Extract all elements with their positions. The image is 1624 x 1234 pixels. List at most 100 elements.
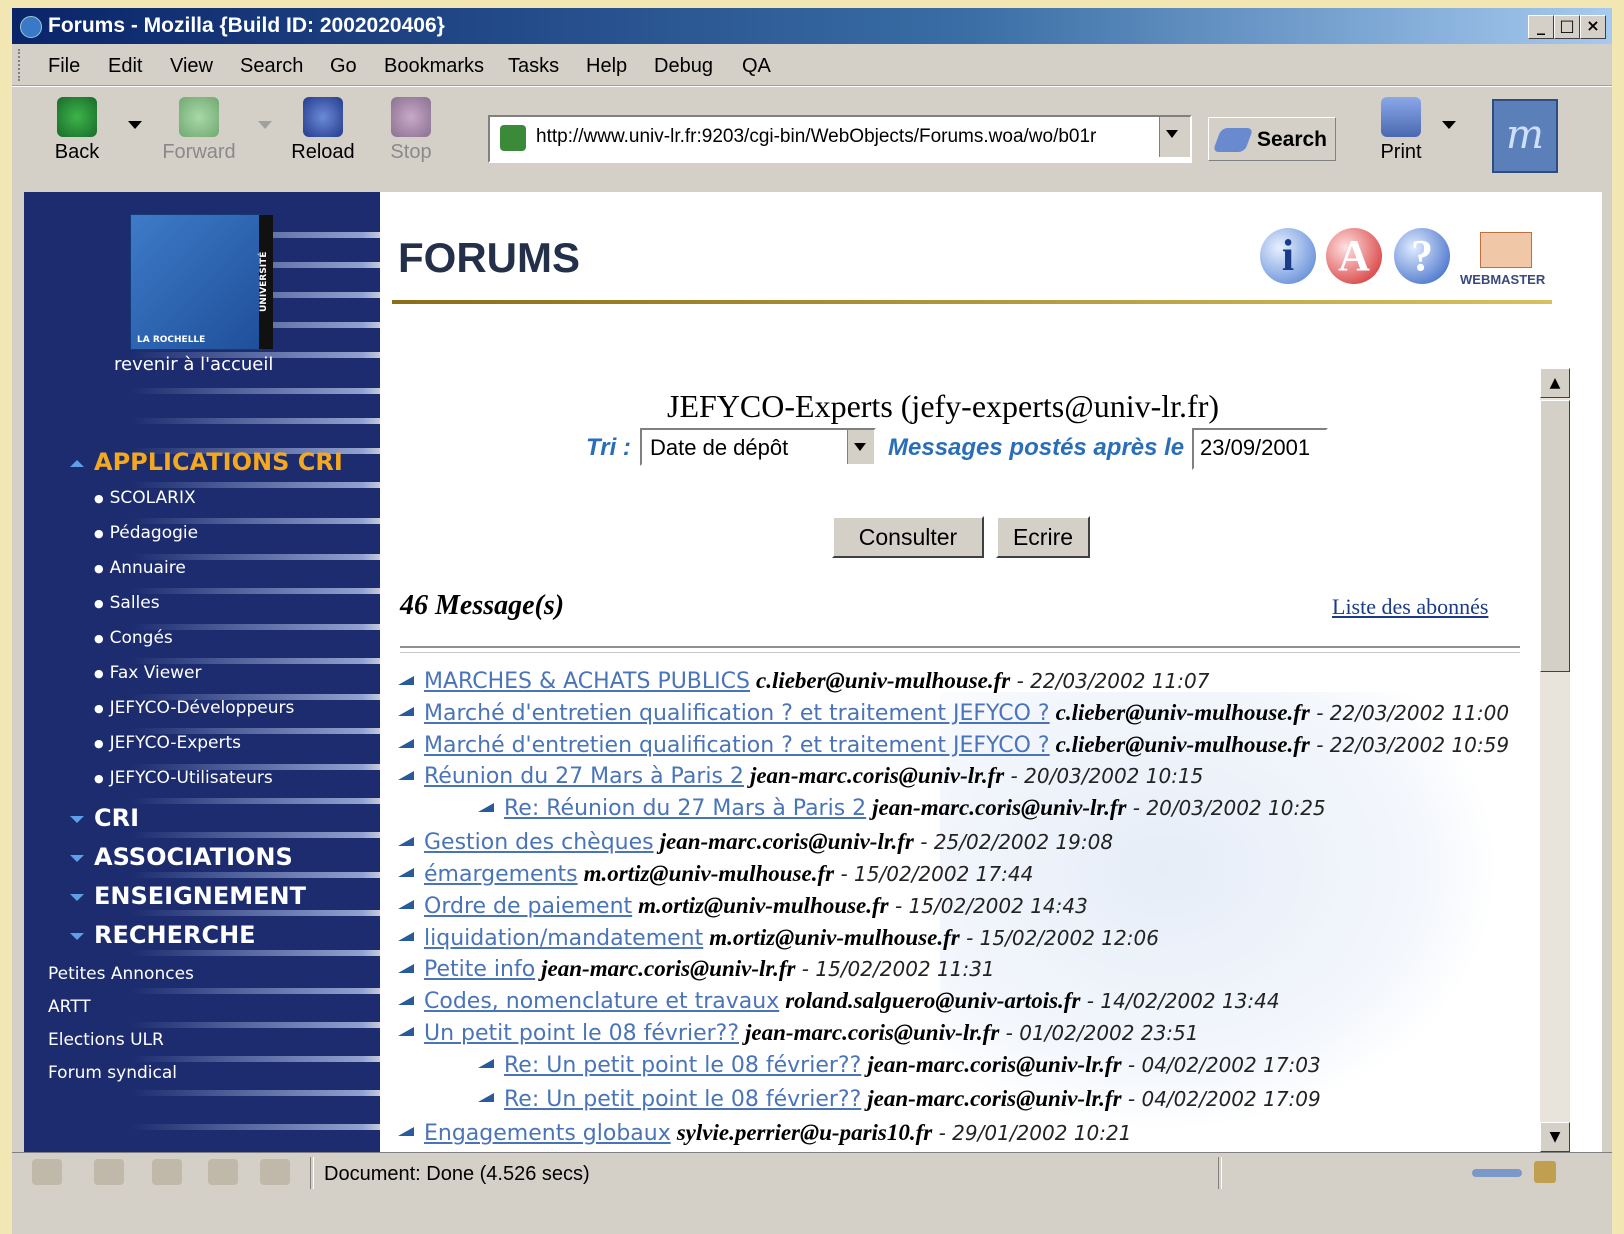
message-subject-link[interactable]: Gestion des chèques xyxy=(424,830,654,855)
page-viewport: UNIVERSITÉ LA ROCHELLE revenir à l'accue… xyxy=(24,192,1602,1152)
message-subject-link[interactable]: Un petit point le 08 février?? xyxy=(424,1021,739,1046)
sidebar-item-salles[interactable]: Salles xyxy=(94,593,160,613)
sort-select[interactable]: Date de dépôt xyxy=(640,428,876,466)
message-subject-link[interactable]: Ordre de paiement xyxy=(424,894,632,919)
message-author: c.lieber@univ-mulhouse.fr xyxy=(1055,731,1310,757)
sidebar-item-jefyco-developpeurs[interactable]: JEFYCO-Développeurs xyxy=(94,698,295,718)
sidebar-link-artt[interactable]: ARTT xyxy=(48,997,91,1017)
sidebar-item-scolarix[interactable]: SCOLARIX xyxy=(94,488,196,508)
message-subject-link[interactable]: Re: Réunion du 27 Mars à Paris 2 xyxy=(504,796,866,821)
url-text[interactable]: http://www.univ-lr.fr:9203/cgi-bin/WebOb… xyxy=(536,126,1156,148)
vertical-scrollbar[interactable]: ▲ ▼ xyxy=(1540,368,1570,1152)
minimize-button[interactable]: _ xyxy=(1528,15,1554,39)
reply-row: Re: Un petit point le 08 février?? jean-m… xyxy=(398,1086,1548,1120)
scroll-up-icon[interactable]: ▲ xyxy=(1540,368,1570,398)
throbber-logo[interactable]: m xyxy=(1492,99,1558,173)
menu-debug[interactable]: Debug xyxy=(654,55,713,78)
menu-edit[interactable]: Edit xyxy=(108,55,142,78)
message-subject-link[interactable]: MARCHES & ACHATS PUBLICS xyxy=(424,669,750,694)
sidebar-item-jefyco-experts[interactable]: JEFYCO-Experts xyxy=(94,733,241,753)
sort-dropdown-icon[interactable] xyxy=(847,430,874,464)
menu-bookmarks[interactable]: Bookmarks xyxy=(384,55,484,78)
stop-button[interactable]: Stop xyxy=(366,97,456,177)
accessibility-icon[interactable]: A xyxy=(1326,228,1382,284)
sidebar-item-jefyco-utilisateurs[interactable]: JEFYCO-Utilisateurs xyxy=(94,768,273,788)
university-seal-text: LA ROCHELLE xyxy=(137,335,206,345)
sidebar-item-fax-viewer[interactable]: Fax Viewer xyxy=(94,663,202,683)
forward-dropdown-icon[interactable] xyxy=(258,121,272,129)
chatzilla-icon[interactable] xyxy=(260,1159,290,1185)
message-subject-link[interactable]: liquidation/mandatement xyxy=(424,926,703,951)
message-subject-link[interactable]: Réunion du 27 Mars à Paris 2 xyxy=(424,764,744,789)
url-dropdown-icon[interactable] xyxy=(1159,117,1190,157)
section-applications-cri[interactable]: APPLICATIONS CRI xyxy=(70,448,343,476)
message-subject-link[interactable]: Codes, nomenclature et travaux xyxy=(424,989,779,1014)
menu-tasks[interactable]: Tasks xyxy=(508,55,559,78)
section-associations[interactable]: ASSOCIATIONS xyxy=(70,843,293,871)
lock-icon[interactable] xyxy=(1534,1161,1556,1183)
sidebar-item-annuaire[interactable]: Annuaire xyxy=(94,558,186,578)
section-recherche[interactable]: RECHERCHE xyxy=(70,921,256,949)
menu-view[interactable]: View xyxy=(170,55,213,78)
message-date: - 15/02/2002 11:31 xyxy=(795,957,995,982)
menu-qa[interactable]: QA xyxy=(742,55,771,78)
message-subject-link[interactable]: Re: Un petit point le 08 février?? xyxy=(504,1087,861,1112)
navigator-icon[interactable] xyxy=(32,1159,62,1185)
subscribers-link[interactable]: Liste des abonnés xyxy=(1332,594,1488,620)
message-date: - 15/02/2002 14:43 xyxy=(888,893,1088,918)
search-button[interactable]: Search xyxy=(1208,117,1336,161)
collapsed-triangle-icon xyxy=(70,815,84,823)
sidebar-link-forum-syndical[interactable]: Forum syndical xyxy=(48,1063,177,1083)
sidebar-item-pedagogie[interactable]: Pédagogie xyxy=(94,523,198,543)
scroll-thumb[interactable] xyxy=(1540,400,1570,672)
menu-go[interactable]: Go xyxy=(330,55,357,78)
online-status-icon[interactable] xyxy=(1472,1169,1522,1177)
message-author: m.ortiz@univ-mulhouse.fr xyxy=(583,860,835,886)
date-filter-input[interactable]: 23/09/2001 xyxy=(1192,428,1328,470)
menubar-grip[interactable] xyxy=(18,49,26,81)
address-book-icon[interactable] xyxy=(208,1159,238,1185)
title-bar: Forums - Mozilla {Build ID: 2002020406} … xyxy=(12,8,1612,44)
back-dropdown-icon[interactable] xyxy=(128,121,142,129)
sidebar-link-elections-ulr[interactable]: Elections ULR xyxy=(48,1030,164,1050)
message-author: m.ortiz@univ-mulhouse.fr xyxy=(709,924,960,950)
maximize-button[interactable]: □ xyxy=(1554,15,1580,39)
message-subject-link[interactable]: Petite info xyxy=(424,957,535,982)
page-proxy-icon[interactable] xyxy=(500,125,526,151)
webmaster-link[interactable]: WEBMASTER xyxy=(1460,228,1556,288)
university-logo[interactable]: UNIVERSITÉ LA ROCHELLE xyxy=(130,214,273,350)
back-button[interactable]: Back xyxy=(32,97,122,177)
home-link[interactable]: revenir à l'accueil xyxy=(114,354,273,375)
composer-icon[interactable] xyxy=(152,1159,182,1185)
print-button[interactable]: Print xyxy=(1356,97,1446,177)
message-author: jean-marc.coris@univ-lr.fr xyxy=(749,763,1005,789)
message-subject-link[interactable]: Marché d'entretien qualification ? et tr… xyxy=(424,701,1050,726)
reload-button[interactable]: Reload xyxy=(278,97,368,177)
print-label: Print xyxy=(1380,141,1422,163)
sidebar-link-petites-annonces[interactable]: Petites Annonces xyxy=(48,964,194,984)
section-cri[interactable]: CRI xyxy=(70,804,139,832)
scroll-down-icon[interactable]: ▼ xyxy=(1540,1122,1570,1152)
info-icon[interactable]: i xyxy=(1260,228,1316,284)
menu-search[interactable]: Search xyxy=(240,55,303,78)
print-dropdown-icon[interactable] xyxy=(1442,121,1456,129)
menu-help[interactable]: Help xyxy=(586,55,627,78)
thread-triangle-icon xyxy=(398,995,414,1005)
url-field[interactable]: http://www.univ-lr.fr:9203/cgi-bin/WebOb… xyxy=(488,115,1192,163)
collapsed-triangle-icon xyxy=(70,854,84,862)
section-enseignement[interactable]: ENSEIGNEMENT xyxy=(70,882,306,910)
menu-file[interactable]: File xyxy=(48,55,80,78)
section-label: APPLICATIONS CRI xyxy=(94,448,343,476)
message-date: - 15/02/2002 17:44 xyxy=(834,861,1034,886)
write-button[interactable]: Ecrire xyxy=(996,516,1090,558)
message-subject-link[interactable]: émargements xyxy=(424,862,578,887)
mail-icon[interactable] xyxy=(94,1159,124,1185)
forward-button[interactable]: Forward xyxy=(154,97,244,177)
close-button[interactable]: × xyxy=(1580,15,1606,39)
help-icon[interactable]: ? xyxy=(1394,228,1450,284)
message-subject-link[interactable]: Engagements globaux xyxy=(424,1121,671,1146)
sidebar-item-conges[interactable]: Congés xyxy=(94,628,173,648)
consult-button[interactable]: Consulter xyxy=(832,516,984,558)
message-subject-link[interactable]: Marché d'entretien qualification ? et tr… xyxy=(424,733,1050,758)
message-subject-link[interactable]: Re: Un petit point le 08 février?? xyxy=(504,1053,861,1078)
